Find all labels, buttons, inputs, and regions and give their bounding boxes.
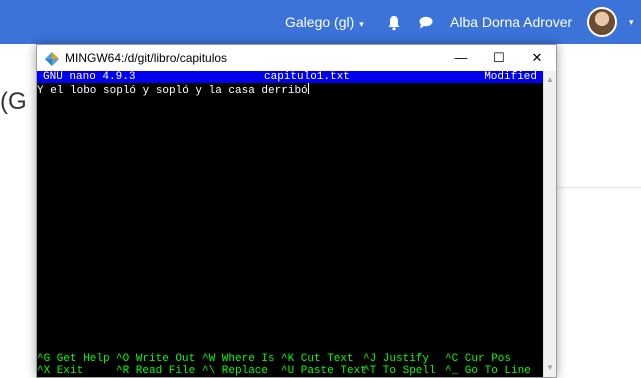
scroll-down-arrow-icon[interactable]: ▼ <box>544 361 556 375</box>
shortcut-where-is: ^W Where Is <box>202 353 275 365</box>
text-cursor <box>307 83 309 94</box>
mingw-app-icon <box>45 52 59 66</box>
window-title: MINGW64:/d/git/libro/capitulos <box>65 51 228 65</box>
chevron-down-icon: ▾ <box>359 19 364 29</box>
shortcut-to-spell: ^T To Spell <box>363 365 436 377</box>
minimize-button[interactable]: — <box>442 45 480 71</box>
user-name[interactable]: Alba Dorna Adrover <box>450 0 572 44</box>
language-label: Galego (gl) <box>285 14 355 30</box>
shortcut-exit: ^X Exit <box>37 365 84 377</box>
shortcut-cut-text: ^K Cut Text <box>281 353 354 365</box>
nano-modified-status: Modified <box>484 71 537 83</box>
terminal-content[interactable]: GNU nano 4.9.3 capitulo1.txt Modified Y … <box>37 71 543 377</box>
nano-version: GNU nano 4.9.3 <box>43 71 136 83</box>
shortcut-write-out: ^O Write Out <box>116 353 196 365</box>
editor-text-line[interactable]: Y el lobo sopló y sopló y la casa derrib… <box>37 83 309 97</box>
shortcut-read-file: ^R Read File <box>116 365 196 377</box>
nano-filename: capitulo1.txt <box>264 71 350 83</box>
window-titlebar[interactable]: MINGW64:/d/git/libro/capitulos — ☐ ✕ <box>37 45 556 71</box>
shortcut-go-to-line: ^_ Go To Line <box>445 365 531 377</box>
avatar[interactable] <box>587 7 617 37</box>
top-navbar: Galego (gl) ▾ Alba Dorna Adrover ▾ <box>0 0 641 44</box>
scroll-up-arrow-icon[interactable]: ▲ <box>544 73 556 87</box>
editor-text: Y el lobo sopló y sopló y la casa derrib… <box>37 85 308 97</box>
chevron-down-icon[interactable]: ▾ <box>629 0 634 44</box>
nano-shortcut-bar: ^G Get Help ^O Write Out ^W Where Is ^K … <box>37 353 543 377</box>
shortcut-replace: ^\ Replace <box>202 365 269 377</box>
terminal-window[interactable]: MINGW64:/d/git/libro/capitulos — ☐ ✕ GNU… <box>36 44 557 378</box>
page-heading: (G <box>0 88 27 115</box>
shortcut-cur-pos: ^C Cur Pos <box>445 353 512 365</box>
language-selector[interactable]: Galego (gl) ▾ <box>285 0 364 44</box>
maximize-button[interactable]: ☐ <box>480 45 518 71</box>
vertical-scrollbar[interactable]: ▲ ▼ <box>543 71 556 377</box>
chat-bubble-icon[interactable] <box>418 0 434 44</box>
shortcut-paste-text: ^U Paste Text <box>281 365 367 377</box>
shortcut-justify: ^J Justify <box>363 353 430 365</box>
shortcut-get-help: ^G Get Help <box>37 353 110 365</box>
nano-header-bar: GNU nano 4.9.3 capitulo1.txt Modified <box>37 71 543 83</box>
close-button[interactable]: ✕ <box>518 45 556 71</box>
bell-icon[interactable] <box>387 0 401 44</box>
